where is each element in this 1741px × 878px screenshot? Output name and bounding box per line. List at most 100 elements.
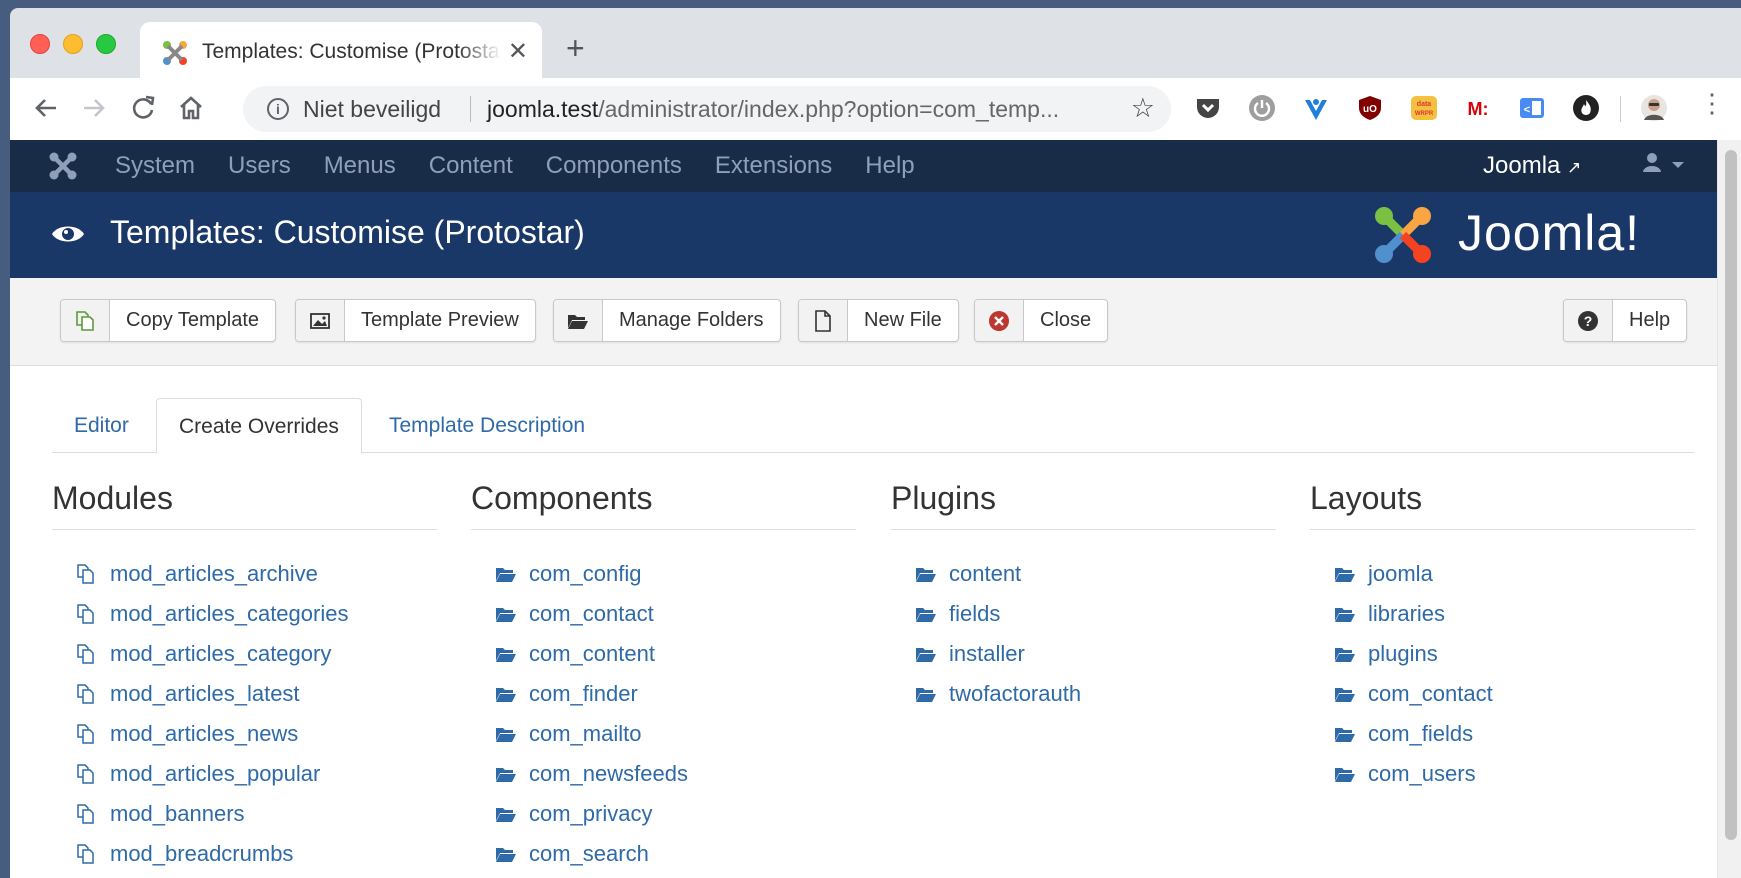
address-bar[interactable]: i Niet beveiligd joomla.test/administrat… <box>243 86 1171 132</box>
layout-name: libraries <box>1368 601 1446 626</box>
reload-icon[interactable] <box>127 92 159 124</box>
list-item[interactable]: com_users <box>1310 754 1695 794</box>
list-item[interactable]: mod_articles_news <box>52 714 437 754</box>
bookmark-star-icon[interactable]: ☆ <box>1131 93 1155 124</box>
browser-menu-icon[interactable]: ⋮ <box>1699 90 1725 116</box>
tab-editor[interactable]: Editor <box>52 398 151 454</box>
action-toolbar: Copy Template Template Preview Manage Fo… <box>10 278 1717 366</box>
power-icon[interactable] <box>1248 94 1276 122</box>
new-file-button[interactable]: New File <box>798 299 959 342</box>
copy-icon <box>76 310 94 331</box>
scrollbar-thumb[interactable] <box>1725 150 1737 840</box>
svg-text:M:: M: <box>1468 99 1489 119</box>
list-item[interactable]: com_finder <box>471 674 856 714</box>
copy-template-label: Copy Template <box>126 309 260 331</box>
list-item[interactable]: joomla <box>1310 554 1695 594</box>
copy-template-button[interactable]: Copy Template <box>60 299 277 342</box>
site-link[interactable]: Joomla ↗ <box>1483 152 1581 180</box>
folder-open-icon <box>496 728 516 742</box>
tab-strip: Templates: Customise (Protostar) ✕ + <box>10 8 1741 80</box>
module-name: mod_articles_archive <box>110 561 318 586</box>
security-label[interactable]: Niet beveiligd <box>303 96 441 123</box>
folder-open-icon <box>496 688 516 702</box>
nav-menus[interactable]: Menus <box>324 140 396 192</box>
nav-extensions[interactable]: Extensions <box>715 140 832 192</box>
list-item[interactable]: twofactorauth <box>891 674 1276 714</box>
template-preview-button[interactable]: Template Preview <box>295 299 536 342</box>
component-name: com_privacy <box>529 801 653 826</box>
back-icon[interactable] <box>30 92 62 124</box>
list-item[interactable]: mod_articles_categories <box>52 594 437 634</box>
list-item[interactable]: com_content <box>471 634 856 674</box>
list-item[interactable]: libraries <box>1310 594 1695 634</box>
svg-text:WRPR: WRPR <box>1415 111 1434 117</box>
tab-template-description[interactable]: Template Description <box>367 398 607 454</box>
copy-icon <box>77 564 94 584</box>
list-item[interactable]: com_config <box>471 554 856 594</box>
close-button[interactable]: Close <box>974 299 1109 342</box>
plugins-heading: Plugins <box>891 480 1276 530</box>
list-item[interactable]: com_search <box>471 834 856 874</box>
list-item[interactable]: com_privacy <box>471 794 856 834</box>
user-dropdown-caret-icon[interactable] <box>1672 162 1684 168</box>
minimize-window-button[interactable] <box>63 34 83 54</box>
list-item[interactable]: com_newsfeeds <box>471 754 856 794</box>
list-item[interactable]: com_contact <box>1310 674 1695 714</box>
list-item[interactable]: com_fields <box>1310 714 1695 754</box>
folder-open-icon <box>1335 568 1355 582</box>
list-item[interactable]: mod_articles_archive <box>52 554 437 594</box>
datawrapper-icon[interactable]: data WRPR <box>1410 94 1438 122</box>
layout-name: joomla <box>1368 561 1433 586</box>
nav-help[interactable]: Help <box>865 140 914 192</box>
tab-close-icon[interactable]: ✕ <box>508 37 528 66</box>
folder-open-icon <box>496 608 516 622</box>
list-item[interactable]: com_mailto <box>471 714 856 754</box>
modules-heading: Modules <box>52 480 437 530</box>
list-item[interactable]: installer <box>891 634 1276 674</box>
list-item[interactable]: com_contact <box>471 594 856 634</box>
nav-users[interactable]: Users <box>228 140 291 192</box>
list-item[interactable]: mod_articles_category <box>52 634 437 674</box>
folder-open-icon <box>496 848 516 862</box>
forward-icon[interactable] <box>78 92 110 124</box>
close-window-button[interactable] <box>30 34 50 54</box>
help-button[interactable]: ? Help <box>1563 299 1688 342</box>
component-name: com_config <box>529 561 642 586</box>
page-scrollbar[interactable] <box>1717 140 1741 878</box>
list-item[interactable]: content <box>891 554 1276 594</box>
folder-open-icon <box>916 568 936 582</box>
list-item[interactable]: mod_banners <box>52 794 437 834</box>
nav-system[interactable]: System <box>115 140 195 192</box>
list-item[interactable]: mod_articles_latest <box>52 674 437 714</box>
list-item[interactable]: fields <box>891 594 1276 634</box>
list-item[interactable]: mod_breadcrumbs <box>52 834 437 874</box>
url-host: joomla.test <box>487 96 599 122</box>
list-item[interactable]: mod_articles_popular <box>52 754 437 794</box>
url-text[interactable]: joomla.test/administrator/index.php?opti… <box>487 96 1059 123</box>
ublock-icon[interactable]: uO <box>1356 94 1384 122</box>
info-icon[interactable]: i <box>267 98 289 120</box>
joomla-nav-logo-icon[interactable] <box>48 151 78 181</box>
manage-folders-button[interactable]: Manage Folders <box>553 299 781 342</box>
profile-avatar[interactable] <box>1640 94 1668 122</box>
components-heading: Components <box>471 480 856 530</box>
tab-create-overrides[interactable]: Create Overrides <box>156 398 362 454</box>
nav-components[interactable]: Components <box>546 140 682 192</box>
page-viewport: System Users Menus Content Components Ex… <box>10 140 1741 878</box>
pocket-icon[interactable] <box>1194 94 1222 122</box>
maximize-window-button[interactable] <box>96 34 116 54</box>
translate-icon[interactable]: < <box>1518 94 1546 122</box>
module-name: mod_articles_latest <box>110 681 300 706</box>
folder-open-icon <box>568 314 588 329</box>
new-tab-button[interactable]: + <box>566 32 585 64</box>
list-item[interactable]: plugins <box>1310 634 1695 674</box>
mega-icon[interactable]: M: <box>1464 94 1492 122</box>
nav-content[interactable]: Content <box>429 140 513 192</box>
vivaldi-icon[interactable] <box>1302 94 1330 122</box>
copy-icon <box>77 724 94 744</box>
user-icon[interactable] <box>1642 152 1662 174</box>
help-label: Help <box>1629 309 1671 331</box>
fire-icon[interactable] <box>1572 94 1600 122</box>
browser-tab[interactable]: Templates: Customise (Protostar) ✕ <box>140 22 542 80</box>
home-icon[interactable] <box>175 92 207 124</box>
